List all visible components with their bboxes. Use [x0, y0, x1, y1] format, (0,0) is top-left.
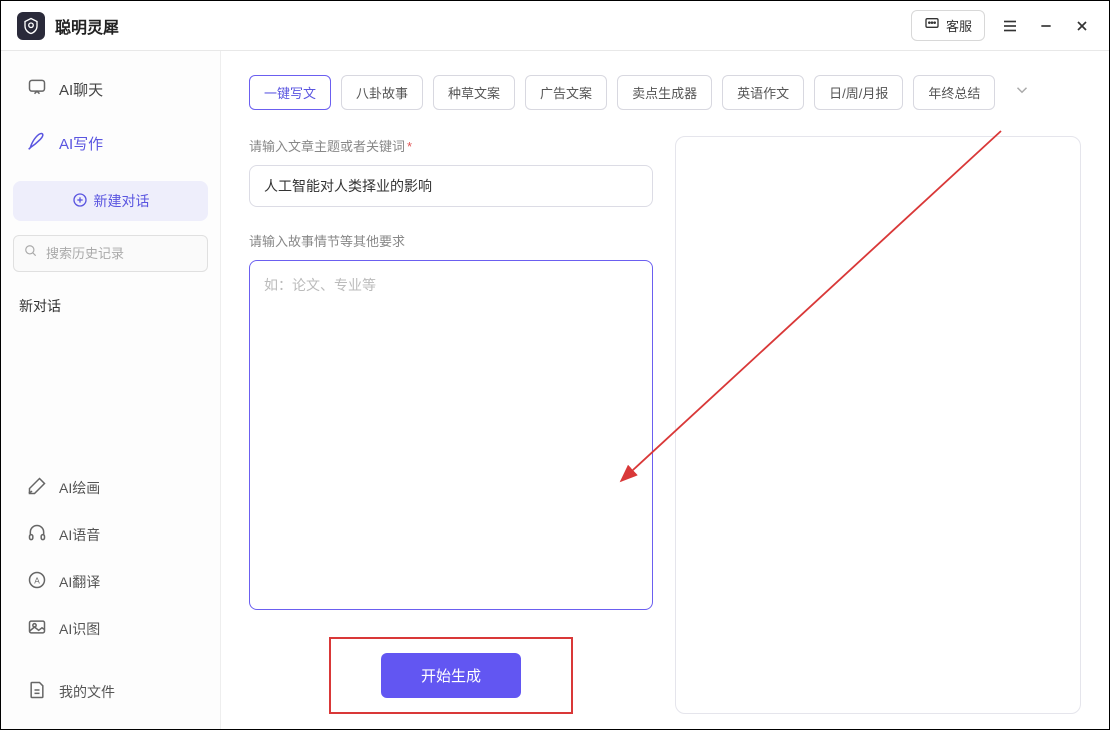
chat-icon — [27, 77, 47, 101]
tab-report[interactable]: 日/周/月报 — [814, 75, 903, 110]
tab-ad-copy[interactable]: 广告文案 — [525, 75, 607, 110]
tab-english-essay[interactable]: 英语作文 — [722, 75, 804, 110]
sidebar-item-label: AI写作 — [59, 133, 103, 154]
search-input[interactable] — [46, 246, 222, 261]
tab-gossip-story[interactable]: 八卦故事 — [341, 75, 423, 110]
tab-year-summary[interactable]: 年终总结 — [913, 75, 995, 110]
sidebar-tool-translate[interactable]: A AI翻译 — [13, 558, 208, 605]
sidebar-tool-label: 我的文件 — [59, 682, 115, 702]
sidebar-tool-label: AI语音 — [59, 525, 100, 545]
annotation-highlight-box: 开始生成 — [329, 637, 573, 714]
sidebar-item-chat[interactable]: AI聊天 — [13, 65, 208, 113]
service-label: 客服 — [946, 16, 972, 35]
app-logo-icon — [17, 12, 45, 40]
plus-circle-icon — [72, 192, 88, 211]
tab-one-click-write[interactable]: 一键写文 — [249, 75, 331, 110]
menu-button[interactable] — [999, 17, 1021, 35]
sidebar-tool-voice[interactable]: AI语音 — [13, 511, 208, 558]
search-box[interactable] — [13, 235, 208, 272]
new-chat-button[interactable]: 新建对话 — [13, 181, 208, 221]
template-tabs: 一键写文 八卦故事 种草文案 广告文案 卖点生成器 英语作文 日/周/月报 年终… — [249, 75, 1081, 110]
detail-label: 请输入故事情节等其他要求 — [249, 231, 653, 250]
tab-seeding-copy[interactable]: 种草文案 — [433, 75, 515, 110]
topic-label: 请输入文章主题或者关键词* — [249, 136, 653, 155]
history-item[interactable]: 新对话 — [13, 286, 208, 326]
history-item-title: 新对话 — [19, 298, 61, 314]
detail-textarea[interactable] — [249, 260, 653, 610]
file-icon — [27, 680, 47, 703]
output-panel — [675, 136, 1081, 714]
topic-input[interactable] — [249, 165, 653, 207]
headset-icon — [27, 523, 47, 546]
sidebar-tool-image[interactable]: AI识图 — [13, 605, 208, 652]
app-title: 聪明灵犀 — [55, 14, 119, 38]
customer-service-button[interactable]: 客服 — [911, 10, 985, 41]
title-bar: 聪明灵犀 客服 — [1, 1, 1109, 51]
image-icon — [27, 617, 47, 640]
minimize-button[interactable] — [1035, 18, 1057, 34]
brush-icon — [27, 476, 47, 499]
chat-bubble-icon — [924, 16, 940, 35]
generate-button[interactable]: 开始生成 — [381, 653, 521, 698]
sidebar: AI聊天 AI写作 新建对话 新对话 — [1, 51, 221, 729]
tab-selling-points[interactable]: 卖点生成器 — [617, 75, 712, 110]
expand-tabs-button[interactable] — [1005, 77, 1039, 108]
pen-icon — [27, 131, 47, 155]
close-button[interactable] — [1071, 18, 1093, 34]
sidebar-tool-files[interactable]: 我的文件 — [13, 668, 208, 715]
sidebar-tool-label: AI翻译 — [59, 572, 100, 592]
main-content: 一键写文 八卦故事 种草文案 广告文案 卖点生成器 英语作文 日/周/月报 年终… — [221, 51, 1109, 729]
translate-icon: A — [27, 570, 47, 593]
new-chat-label: 新建对话 — [94, 191, 150, 211]
sidebar-item-label: AI聊天 — [59, 79, 103, 100]
sidebar-item-writing[interactable]: AI写作 — [13, 119, 208, 167]
sidebar-tool-label: AI识图 — [59, 619, 100, 639]
search-icon — [24, 244, 38, 263]
logo-wrap: 聪明灵犀 — [17, 12, 119, 40]
svg-text:A: A — [34, 575, 40, 585]
sidebar-tool-label: AI绘画 — [59, 478, 100, 498]
sidebar-tool-paint[interactable]: AI绘画 — [13, 464, 208, 511]
